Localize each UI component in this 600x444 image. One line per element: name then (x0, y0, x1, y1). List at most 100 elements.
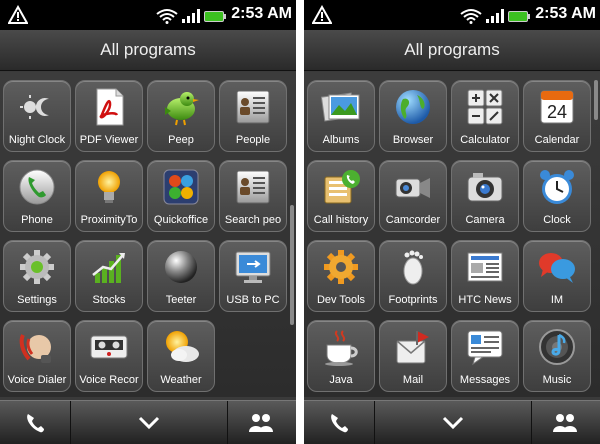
app-tile-voice-dialer[interactable]: Voice Dialer (3, 320, 71, 392)
app-tile-calendar[interactable]: 24 Calendar (523, 80, 591, 152)
app-tile-usb-to-pc[interactable]: USB to PC (219, 240, 287, 312)
collapse-button[interactable] (374, 401, 532, 444)
search-people-icon (236, 170, 270, 204)
phone-handset-icon (331, 414, 348, 433)
status-time: 2:53 AM (231, 5, 292, 22)
app-tile-stocks[interactable]: Stocks (75, 240, 143, 312)
app-tile-footprints[interactable]: Footprints (379, 240, 447, 312)
signal-strength-icon (182, 9, 200, 23)
java-cup-icon (325, 330, 358, 366)
calculator-icon (467, 89, 503, 125)
bottom-bar (304, 400, 600, 444)
app-label: Footprints (388, 294, 438, 306)
night-clock-icon (20, 95, 49, 119)
signal-strength-icon (486, 9, 504, 23)
phone-handset-icon (27, 414, 44, 433)
app-label: Weather (160, 374, 202, 386)
status-bar: 2:53 AM (304, 0, 600, 30)
app-label: Calendar (534, 134, 580, 146)
music-speaker-icon (539, 329, 575, 365)
app-tile-phone[interactable]: Phone (3, 160, 71, 232)
app-tile-java[interactable]: Java (307, 320, 375, 392)
phone-handset-icon (19, 169, 55, 205)
app-tile-people[interactable]: People (219, 80, 287, 152)
app-label: Peep (168, 134, 194, 146)
people-contacts-icon (236, 90, 270, 124)
status-bar: 2:53 AM (0, 0, 296, 30)
app-label: Mail (402, 374, 424, 386)
people-group-icon (249, 414, 273, 432)
albums-photo-icon (321, 92, 360, 122)
usb-monitor-icon (235, 251, 271, 283)
app-tile-voice-recorder[interactable]: Voice Recor (75, 320, 143, 392)
voice-recorder-icon (90, 335, 128, 359)
teeter-ball-icon (165, 251, 197, 283)
app-label: People (235, 134, 271, 146)
app-tile-call-history[interactable]: Call history (307, 160, 375, 232)
app-label: Browser (392, 134, 434, 146)
calendar-icon: 24 (540, 90, 574, 124)
app-label: Messages (459, 374, 511, 386)
app-tile-camera[interactable]: Camera (451, 160, 519, 232)
mail-icon (396, 331, 429, 364)
status-time: 2:53 AM (535, 5, 596, 22)
phone-screen-right: 2:53 AM All programs Albums Browser Calc… (304, 0, 600, 444)
app-tile-messages[interactable]: Messages (451, 320, 519, 392)
app-label: Calculator (460, 134, 510, 146)
app-tile-teeter[interactable]: Teeter (147, 240, 215, 312)
app-tile-search-people[interactable]: Search peo (219, 160, 287, 232)
app-label: HTC News (458, 294, 512, 306)
app-label: Search peo (224, 214, 282, 226)
app-tile-night-clock[interactable]: Night Clock (3, 80, 71, 152)
collapse-button[interactable] (70, 401, 228, 444)
app-tile-settings[interactable]: Settings (3, 240, 71, 312)
bottom-bar (0, 400, 296, 444)
app-tile-camcorder[interactable]: Camcorder (379, 160, 447, 232)
app-tile-clock[interactable]: Clock (523, 160, 591, 232)
news-icon (467, 252, 503, 282)
battery-icon (204, 11, 226, 22)
app-tile-im[interactable]: IM (523, 240, 591, 312)
im-chat-bubbles-icon (539, 253, 575, 283)
people-button[interactable] (226, 401, 296, 444)
phone-button[interactable] (304, 401, 374, 444)
app-tile-browser[interactable]: Browser (379, 80, 447, 152)
call-history-icon (324, 170, 360, 204)
app-tile-quickoffice[interactable]: Quickoffice (147, 160, 215, 232)
battery-icon (508, 11, 530, 22)
phone-button[interactable] (0, 401, 70, 444)
footprints-icon (403, 250, 423, 285)
app-label: PDF Viewer (79, 134, 139, 146)
app-tile-pdf-viewer[interactable]: PDF Viewer (75, 80, 143, 152)
peep-bird-icon (165, 92, 199, 126)
warning-icon (8, 5, 28, 24)
warning-icon (312, 5, 332, 24)
browser-globe-icon (396, 90, 430, 124)
calendar-day-text: 24 (547, 102, 567, 122)
app-tile-music[interactable]: Music (523, 320, 591, 392)
app-tile-proximity[interactable]: ProximityTo (75, 160, 143, 232)
camcorder-icon (395, 178, 430, 198)
app-label: Stocks (92, 294, 126, 306)
app-tile-calculator[interactable]: Calculator (451, 80, 519, 152)
app-tile-dev-tools[interactable]: Dev Tools (307, 240, 375, 312)
app-tile-weather[interactable]: Weather (147, 320, 215, 392)
app-label: Voice Dialer (7, 374, 67, 386)
app-tile-albums[interactable]: Albums (307, 80, 375, 152)
app-label: Teeter (165, 294, 197, 306)
app-label: Settings (17, 294, 57, 306)
pdf-viewer-icon (96, 88, 124, 126)
app-tile-htc-news[interactable]: HTC News (451, 240, 519, 312)
people-button[interactable] (530, 401, 600, 444)
app-tile-mail[interactable]: Mail (379, 320, 447, 392)
app-label: Albums (322, 134, 360, 146)
app-label: Night Clock (8, 134, 66, 146)
app-label: Music (542, 374, 572, 386)
wifi-icon (460, 9, 482, 24)
app-label: IM (550, 294, 564, 306)
app-label: Phone (21, 214, 53, 226)
app-tile-peep[interactable]: Peep (147, 80, 215, 152)
page-title: All programs (304, 30, 600, 71)
app-label: ProximityTo (80, 214, 138, 226)
quickoffice-icon (163, 169, 199, 205)
